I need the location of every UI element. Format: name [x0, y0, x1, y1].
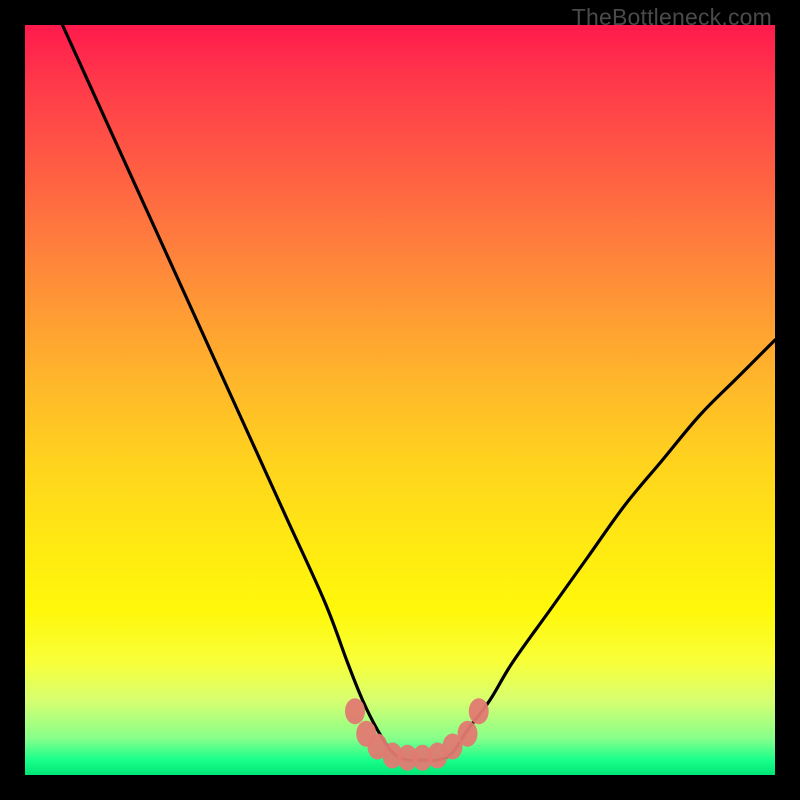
marker-dot [469, 698, 489, 724]
chart-frame: TheBottleneck.com [0, 0, 800, 800]
marker-dot [458, 721, 478, 747]
watermark-text: TheBottleneck.com [572, 4, 772, 31]
bottleneck-curve [63, 25, 776, 761]
plot-area [25, 25, 775, 775]
chart-svg [25, 25, 775, 775]
marker-dot [345, 698, 365, 724]
